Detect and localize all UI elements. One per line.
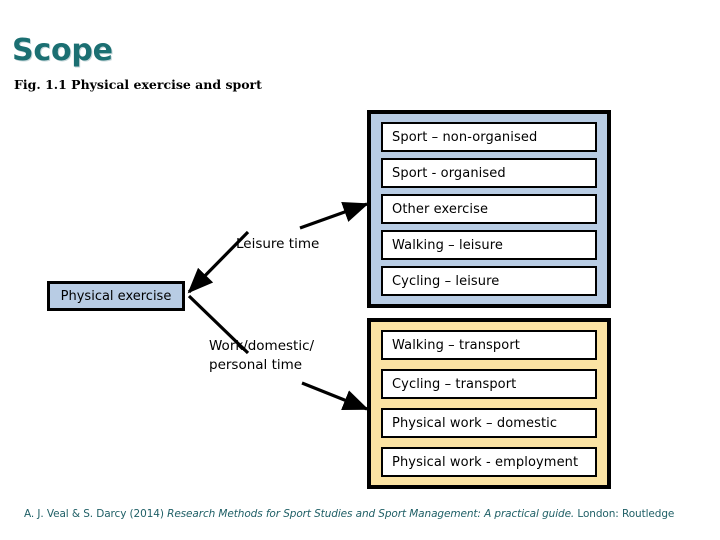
list-item[interactable]: Sport - organised <box>381 158 597 188</box>
list-item[interactable]: Cycling – transport <box>381 369 597 399</box>
list-item-label: Physical work – domestic <box>392 415 558 431</box>
list-item[interactable]: Physical work - employment <box>381 447 597 477</box>
group-leisure-time-items: Sport – non-organised Sport - organised … <box>381 122 597 296</box>
branch-label-work-line1: Work/domestic/ <box>209 338 315 354</box>
citation-authors-year: A. J. Veal & S. Darcy (2014) <box>24 508 168 520</box>
group-leisure-time: Sport – non-organised Sport - organised … <box>367 110 611 308</box>
list-item-label: Cycling – leisure <box>392 273 500 289</box>
list-item[interactable]: Sport – non-organised <box>381 122 597 152</box>
figure-caption: Fig. 1.1 Physical exercise and sport <box>14 77 262 92</box>
branch-label-leisure-time: Leisure time <box>236 235 319 254</box>
list-item-label: Physical work - employment <box>392 454 579 470</box>
branch-label-leisure-time-text: Leisure time <box>236 236 320 252</box>
list-item[interactable]: Physical work – domestic <box>381 408 597 438</box>
group-work-items: Walking – transport Cycling – transport … <box>381 330 597 477</box>
list-item-label: Walking – transport <box>392 337 520 353</box>
slide-canvas: Scope Fig. 1.1 Physical exercise and spo… <box>0 0 720 540</box>
list-item[interactable]: Other exercise <box>381 194 597 224</box>
list-item-label: Other exercise <box>392 201 489 217</box>
list-item-label: Sport - organised <box>392 165 506 181</box>
list-item[interactable]: Walking – transport <box>381 330 597 360</box>
node-physical-exercise[interactable]: Physical exercise <box>47 281 185 311</box>
source-citation: A. J. Veal & S. Darcy (2014) Research Me… <box>24 508 674 520</box>
branch-label-work-domestic-personal-time: Work/domestic/ personal time <box>209 337 314 375</box>
page-title: Scope <box>12 33 113 68</box>
group-work-domestic-personal-time: Walking – transport Cycling – transport … <box>367 318 611 489</box>
list-item-label: Walking – leisure <box>392 237 503 253</box>
citation-book-title: Research Methods for Sport Studies and S… <box>167 508 575 520</box>
node-physical-exercise-label: Physical exercise <box>60 288 172 304</box>
list-item[interactable]: Cycling – leisure <box>381 266 597 296</box>
citation-publisher: London: Routledge <box>574 508 675 520</box>
branch-label-work-line2: personal time <box>209 357 303 373</box>
list-item-label: Cycling – transport <box>392 376 517 392</box>
list-item-label: Sport – non-organised <box>392 129 538 145</box>
list-item[interactable]: Walking – leisure <box>381 230 597 260</box>
